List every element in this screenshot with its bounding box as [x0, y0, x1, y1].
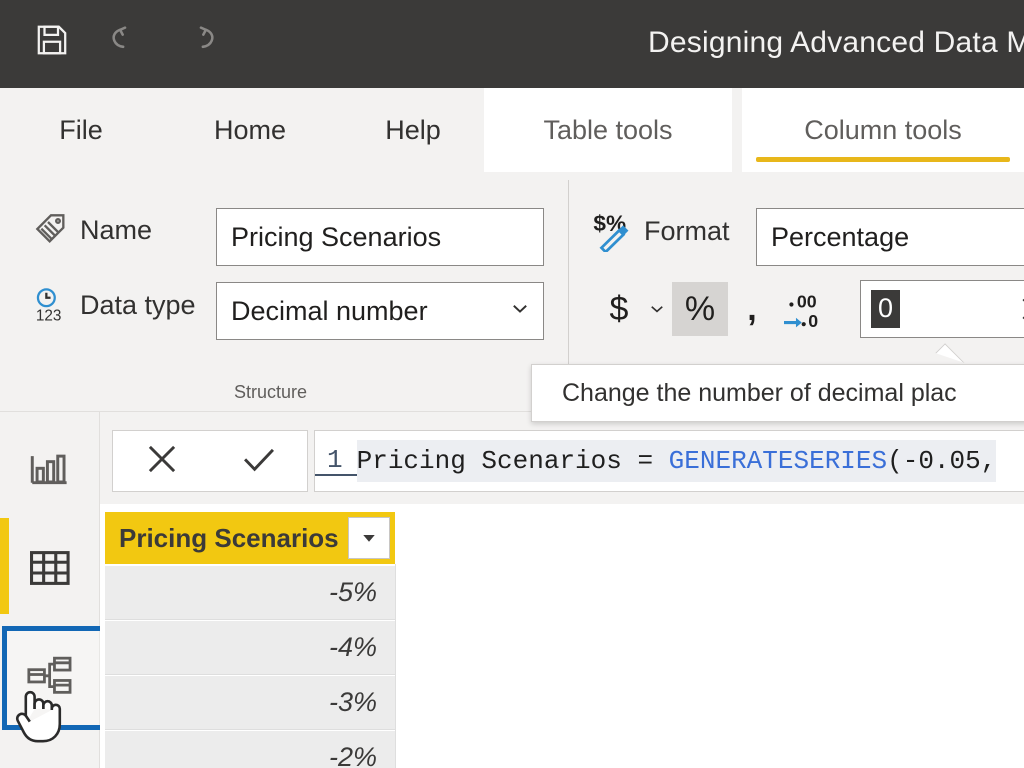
currency-format-label: $	[610, 290, 629, 329]
table-row[interactable]: -4%	[105, 621, 395, 675]
decimal-places-button[interactable]: 00 0	[776, 282, 834, 336]
grid-cell-value: -4%	[329, 632, 377, 663]
formula-input[interactable]: 1 Pricing Scenarios = GENERATESERIES(-0.…	[314, 430, 1024, 492]
svg-text:123: 123	[36, 307, 62, 324]
tab-column-tools-label: Column tools	[804, 115, 962, 146]
svg-text:0: 0	[808, 311, 818, 330]
redo-icon	[181, 21, 219, 59]
currency-format-button[interactable]: $	[596, 282, 642, 336]
hand-cursor-icon	[8, 670, 70, 751]
grid-cell-value: -2%	[329, 742, 377, 768]
thousands-separator-label: ,	[747, 290, 756, 329]
data-grid: Pricing Scenarios -5% -4% -3% -2%	[100, 504, 1024, 768]
tab-file-label: File	[59, 115, 103, 146]
bar-chart-icon	[26, 448, 74, 496]
tab-table-tools[interactable]: Table tools	[484, 88, 732, 172]
decimal-places-icon: 00 0	[782, 288, 828, 330]
tab-file[interactable]: File	[22, 88, 140, 172]
table-row[interactable]: -5%	[105, 566, 395, 620]
formula-prefix: Pricing Scenarios =	[357, 446, 669, 476]
decimal-places-value: 0	[871, 290, 900, 328]
data-type-dropdown[interactable]: Decimal number	[216, 282, 544, 340]
quick-access-toolbar	[30, 18, 222, 62]
format-button-row: $ % , 00 0	[596, 282, 834, 336]
tab-help-label: Help	[385, 115, 441, 146]
cancel-icon	[140, 437, 184, 481]
table-row[interactable]: -3%	[105, 676, 395, 730]
grid-column-header[interactable]: Pricing Scenarios	[105, 512, 395, 564]
percent-format-button[interactable]: %	[672, 282, 728, 336]
cancel-formula-button[interactable]	[140, 437, 184, 486]
data-type-value: Decimal number	[231, 296, 428, 327]
power-bi-desktop-window: Designing Advanced Data Mo File Home Hel…	[0, 0, 1024, 768]
grid-cell-value: -5%	[329, 577, 377, 608]
sidebar-item-report-view[interactable]	[8, 430, 92, 514]
spinner-arrows	[1019, 281, 1024, 337]
formula-text: Pricing Scenarios = GENERATESERIES(-0.05…	[357, 440, 997, 482]
currency-dropdown-button[interactable]	[642, 282, 672, 336]
sidebar-item-data-view[interactable]	[8, 526, 92, 610]
chevron-down-icon	[359, 528, 379, 548]
title-bar: Designing Advanced Data Mo	[0, 0, 1024, 88]
formula-function: GENERATESERIES	[669, 446, 887, 476]
tab-home-label: Home	[214, 115, 286, 146]
name-label: Name	[80, 215, 152, 246]
name-input[interactable]: Pricing Scenarios	[216, 208, 544, 266]
redo-button[interactable]	[178, 18, 222, 62]
currency-percent-edit-icon: $%	[592, 210, 640, 252]
group-divider	[568, 180, 569, 372]
formula-actions	[112, 430, 308, 492]
save-icon	[34, 22, 70, 58]
window-title: Designing Advanced Data Mo	[648, 26, 1024, 60]
commit-formula-button[interactable]	[237, 437, 281, 486]
grid-filter-button[interactable]	[348, 517, 390, 559]
grid-column-header-label: Pricing Scenarios	[119, 523, 339, 554]
tooltip-text: Change the number of decimal plac	[562, 379, 957, 408]
data-type-field-row: 123 Data type	[28, 284, 196, 326]
format-value: Percentage	[771, 222, 909, 253]
tag-icon	[28, 210, 76, 250]
save-button[interactable]	[30, 18, 74, 62]
name-input-value: Pricing Scenarios	[231, 222, 441, 253]
format-field-row: $% Format	[592, 210, 730, 252]
ribbon-tab-strip: File Home Help Table tools Column tools	[0, 88, 1024, 172]
percent-format-label: %	[685, 290, 715, 329]
formula-suffix: (-0.05,	[887, 446, 996, 476]
tab-column-tools[interactable]: Column tools	[742, 88, 1024, 172]
chevron-down-icon	[509, 296, 531, 327]
tab-home[interactable]: Home	[178, 88, 322, 172]
tab-help[interactable]: Help	[354, 88, 472, 172]
format-label: Format	[644, 216, 730, 247]
view-navigation-sidebar	[0, 412, 100, 768]
undo-icon	[107, 21, 145, 59]
tab-table-tools-label: Table tools	[543, 115, 672, 146]
undo-button[interactable]	[104, 18, 148, 62]
active-tab-underline	[756, 157, 1010, 162]
thousands-separator-button[interactable]: ,	[728, 282, 776, 336]
grid-column-separator	[395, 564, 396, 768]
data-type-label: Data type	[80, 290, 196, 321]
decimal-places-tooltip: Change the number of decimal plac	[531, 364, 1024, 422]
name-field-row: Name	[28, 210, 152, 250]
structure-group-label: Structure	[234, 382, 307, 403]
data-type-icon: 123	[28, 284, 76, 326]
format-dropdown[interactable]: Percentage	[756, 208, 1024, 266]
table-grid-icon	[25, 543, 75, 593]
decimal-places-spinner[interactable]: 0	[860, 280, 1024, 338]
chevron-down-icon	[647, 299, 667, 319]
chevron-down-icon[interactable]	[1019, 313, 1024, 327]
svg-text:00: 00	[797, 291, 817, 311]
formula-bar: 1 Pricing Scenarios = GENERATESERIES(-0.…	[100, 412, 1024, 504]
commit-icon	[237, 437, 281, 481]
formula-line-number: 1	[315, 446, 357, 477]
grid-cell-value: -3%	[329, 687, 377, 718]
table-row[interactable]: -2%	[105, 731, 395, 768]
chevron-up-icon[interactable]	[1019, 291, 1024, 305]
